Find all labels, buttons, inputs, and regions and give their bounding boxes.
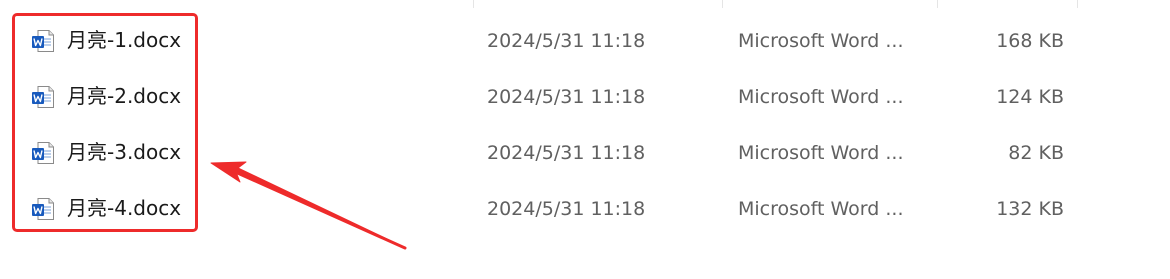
file-list-view: 月亮-1.docx 2024/5/31 11:18 Microsoft Word… <box>0 0 1170 279</box>
annotation-arrow <box>210 161 407 250</box>
